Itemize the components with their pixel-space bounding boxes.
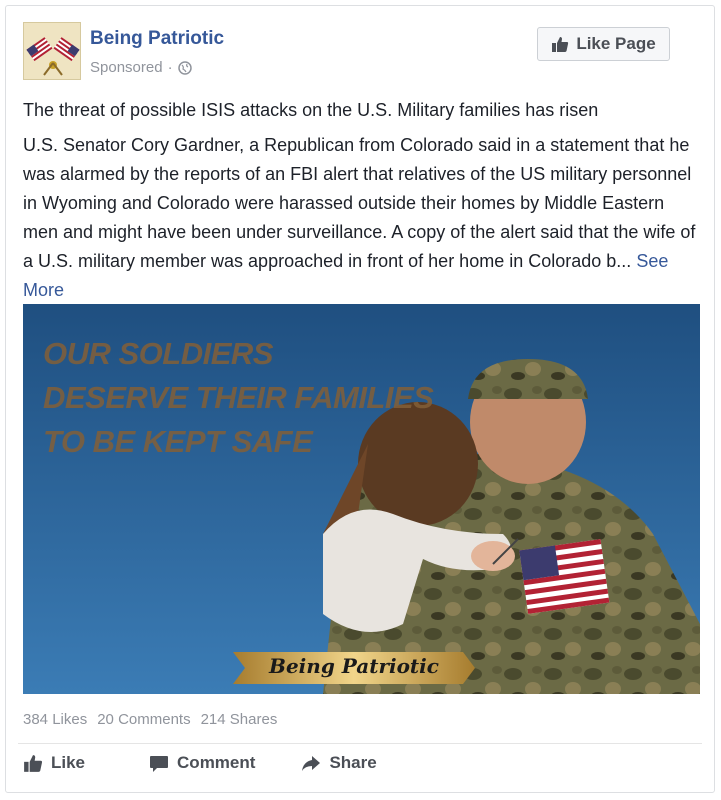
share-button[interactable]: Share	[301, 753, 377, 773]
post-image[interactable]: OUR SOLDIERS DESERVE THEIR FAMILIES TO B…	[23, 304, 700, 694]
post-body-text: U.S. Senator Cory Gardner, a Republican …	[23, 135, 696, 271]
image-overlay-text: OUR SOLDIERS DESERVE THEIR FAMILIES TO B…	[43, 332, 434, 464]
comment-button[interactable]: Comment	[149, 753, 255, 773]
sponsored-label: Sponsored ·	[90, 59, 192, 76]
comment-label: Comment	[177, 753, 256, 772]
divider	[18, 743, 702, 744]
thumbs-up-icon	[24, 754, 43, 772]
page-avatar[interactable]	[23, 22, 81, 80]
comment-icon	[150, 755, 169, 772]
thumbs-up-icon	[552, 36, 569, 52]
page-name-link[interactable]: Being Patriotic	[90, 28, 224, 50]
engagement-stats: 384 Likes 20 Comments 214 Shares	[23, 711, 277, 728]
post-header: Being Patriotic Sponsored · Like Page	[23, 22, 702, 82]
image-watermark: Being Patriotic	[269, 654, 439, 678]
like-label: Like	[51, 753, 86, 772]
share-icon	[302, 755, 321, 771]
overlay-line-3: TO BE KEPT SAFE	[43, 424, 313, 459]
post-actions: Like Comment Share	[23, 753, 377, 773]
like-page-button[interactable]: Like Page	[537, 27, 670, 61]
like-button[interactable]: Like	[23, 753, 85, 773]
sponsored-text: Sponsored	[90, 59, 163, 76]
post-headline: The threat of possible ISIS attacks on t…	[23, 100, 599, 120]
post-message: The threat of possible ISIS attacks on t…	[23, 96, 703, 305]
share-label: Share	[329, 753, 377, 772]
comments-count[interactable]: 20 Comments	[97, 711, 190, 728]
overlay-line-1: OUR SOLDIERS	[43, 336, 273, 371]
sponsored-post-card: Being Patriotic Sponsored · Like Page Th…	[5, 5, 715, 793]
likes-count[interactable]: 384 Likes	[23, 711, 87, 728]
separator-dot: ·	[167, 59, 173, 76]
like-page-label: Like Page	[576, 34, 656, 53]
flag-icon	[24, 23, 80, 79]
post-body: U.S. Senator Cory Gardner, a Republican …	[23, 131, 703, 305]
shares-count[interactable]: 214 Shares	[201, 711, 278, 728]
overlay-line-2: DESERVE THEIR FAMILIES	[43, 380, 434, 415]
globe-icon	[177, 60, 192, 75]
